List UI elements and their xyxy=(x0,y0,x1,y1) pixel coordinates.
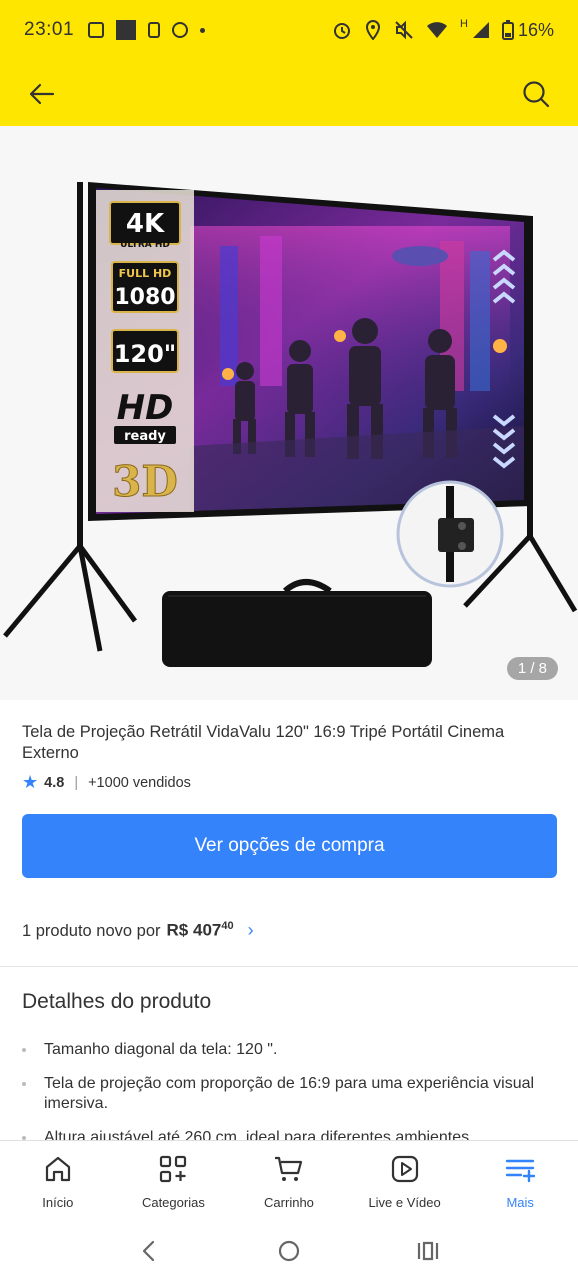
badge-3d: 3D xyxy=(112,457,178,506)
star-icon: ★ xyxy=(22,772,39,792)
badge-1080: 1080 xyxy=(114,285,175,310)
badge-full-hd: FULL HD xyxy=(119,267,172,280)
offer-text: 1 produto novo por xyxy=(22,922,161,940)
mute-icon xyxy=(395,20,413,40)
price-currency: R$ xyxy=(166,921,189,940)
phone-icon xyxy=(148,22,161,38)
nav-item-more[interactable]: Mais xyxy=(462,1141,578,1222)
notification-icons xyxy=(88,20,206,40)
back-arrow-icon[interactable] xyxy=(26,78,58,110)
system-navigation xyxy=(0,1222,578,1280)
nav-label: Carrinho xyxy=(264,1195,314,1210)
rating-separator: | xyxy=(74,774,79,791)
badge-4k: 4K xyxy=(126,209,165,239)
nav-label: Início xyxy=(42,1195,74,1210)
product-title: Tela de Projeção Retrátil VidaValu 120" … xyxy=(22,723,505,762)
app-icon xyxy=(116,20,137,40)
product-image: 4K ULTRA HD FULL HD 1080 120" HD ready 3… xyxy=(3,182,578,667)
nav-label: Mais xyxy=(506,1195,534,1210)
menu-plus-icon xyxy=(505,1159,536,1183)
wifi-icon xyxy=(427,22,448,38)
battery-icon xyxy=(501,20,514,40)
status-bar: 23:01 H 16% xyxy=(0,0,578,60)
categories-icon xyxy=(160,1155,187,1183)
status-time: 23:01 xyxy=(24,19,75,40)
details-item: Tamanho diagonal da tela: 120 ". xyxy=(22,1040,562,1060)
chevron-right-icon: › xyxy=(247,920,254,940)
sold-count: +1000 vendidos xyxy=(88,774,191,791)
home-icon xyxy=(45,1156,70,1182)
bottom-navigation: Início Categorias Carrinho Live e Vídeo … xyxy=(0,1140,578,1222)
system-recents-icon[interactable] xyxy=(414,1237,442,1265)
product-details-title: Detalhes do produto xyxy=(22,990,212,1013)
rating-row[interactable]: ★ 4.8 | +1000 vendidos xyxy=(22,772,191,793)
offer-price: R$ 40740 xyxy=(167,920,234,941)
system-icons: H 16% xyxy=(332,17,554,41)
badge-ultra-hd: ULTRA HD xyxy=(120,240,170,250)
price-integer: 407 xyxy=(193,921,222,940)
see-purchase-options-button[interactable]: Ver opções de compra xyxy=(22,814,557,878)
badge-120: 120" xyxy=(114,340,177,368)
cart-icon xyxy=(274,1156,303,1181)
nav-item-categories[interactable]: Categorias xyxy=(116,1141,232,1222)
nav-label: Categorias xyxy=(141,1195,205,1210)
rating-value: 4.8 xyxy=(44,774,65,791)
battery-level: 16% xyxy=(517,19,554,40)
play-icon xyxy=(391,1155,418,1183)
nav-item-cart[interactable]: Carrinho xyxy=(231,1141,347,1222)
product-image-gallery[interactable]: 4K ULTRA HD FULL HD 1080 120" HD ready 3… xyxy=(0,126,578,700)
nav-item-live-video[interactable]: Live e Vídeo xyxy=(347,1141,463,1222)
app-header xyxy=(0,60,578,126)
system-back-icon[interactable] xyxy=(136,1237,164,1265)
section-divider xyxy=(0,966,578,967)
fan-icon xyxy=(172,22,189,38)
system-home-icon[interactable] xyxy=(275,1237,303,1265)
location-icon xyxy=(366,20,381,40)
details-item: Tela de projeção com proporção de 16:9 p… xyxy=(22,1074,562,1114)
badge-ready: ready xyxy=(124,429,166,444)
new-product-offer-link[interactable]: 1 produto novo por R$ 40740 › xyxy=(22,920,254,941)
signal-icon xyxy=(472,22,489,38)
notification-icon xyxy=(88,22,105,38)
price-cents: 40 xyxy=(221,920,234,933)
nav-item-home[interactable]: Início xyxy=(0,1141,116,1222)
alarm-icon xyxy=(334,23,351,39)
search-icon[interactable] xyxy=(520,78,552,110)
more-dot-icon xyxy=(200,27,206,33)
nav-label: Live e Vídeo xyxy=(368,1195,441,1210)
network-type: H xyxy=(460,17,468,30)
image-counter: 1 / 8 xyxy=(506,657,558,680)
badge-hd: HD xyxy=(117,388,174,428)
